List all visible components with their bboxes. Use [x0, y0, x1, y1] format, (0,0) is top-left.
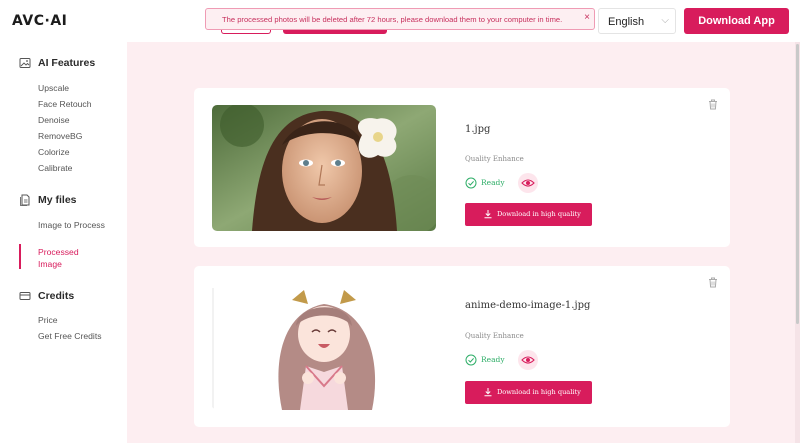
section-title-credits: Credits	[38, 290, 75, 302]
process-type-label: Quality Enhance	[465, 332, 524, 340]
credits-icon	[19, 292, 31, 300]
download-icon	[484, 388, 492, 397]
trash-icon[interactable]	[708, 277, 718, 288]
download-button-label: Download in high quality	[497, 210, 581, 218]
file-name: anime-demo-image-1.jpg	[465, 300, 591, 311]
download-button-label: Download in high quality	[497, 388, 581, 396]
status-ready: Ready	[481, 178, 505, 187]
logo[interactable]: AVC·AI	[12, 13, 67, 29]
toast-close-icon[interactable]: ×	[584, 12, 590, 23]
sidebar-item-denoise[interactable]: Denoise	[38, 114, 70, 126]
sidebar-item-face-retouch[interactable]: Face Retouch	[38, 98, 92, 110]
download-high-quality-button[interactable]: Download in high quality	[465, 381, 592, 404]
files-icon	[20, 194, 30, 206]
chevron-down-icon: ⌵	[661, 15, 669, 26]
status-ready: Ready	[481, 355, 505, 364]
deletion-notice-toast: The processed photos will be deleted aft…	[205, 8, 595, 30]
sidebar-item-colorize[interactable]: Colorize	[38, 146, 70, 158]
download-app-button[interactable]: Download App	[684, 8, 789, 34]
top-header: AVC·AI The processed photos will be dele…	[0, 0, 800, 42]
language-label: English	[608, 16, 645, 28]
language-select[interactable]: English ⌵	[598, 8, 676, 34]
file-card: anime-demo-image-1.jpg Quality Enhance R…	[194, 266, 730, 427]
active-indicator	[19, 244, 21, 269]
sidebar-item-price[interactable]: Price	[38, 314, 58, 326]
section-title-ai-features: AI Features	[38, 57, 96, 69]
trash-icon[interactable]	[708, 99, 718, 110]
toast-message: The processed photos will be deleted aft…	[222, 15, 563, 24]
sidebar-item-get-free-credits[interactable]: Get Free Credits	[38, 330, 102, 342]
check-circle-icon	[465, 177, 477, 189]
file-card: 1.jpg Quality Enhance Ready Download in …	[194, 88, 730, 247]
sidebar-item-calibrate[interactable]: Calibrate	[38, 162, 72, 174]
sidebar-item-upscale[interactable]: Upscale	[38, 82, 69, 94]
eye-icon	[521, 179, 535, 187]
image-icon	[19, 58, 31, 68]
download-high-quality-button[interactable]: Download in high quality	[465, 203, 592, 226]
sidebar-item-processed-image[interactable]: Processed Image	[38, 246, 98, 270]
check-circle-icon	[465, 354, 477, 366]
section-title-my-files: My files	[38, 194, 77, 206]
sidebar-item-image-to-process[interactable]: Image to Process	[38, 219, 118, 231]
photo-thumbnail[interactable]	[212, 105, 436, 231]
eye-icon	[521, 356, 535, 364]
preview-button[interactable]	[518, 350, 538, 370]
file-name: 1.jpg	[465, 124, 491, 135]
download-icon	[484, 210, 492, 219]
sidebar: AI Features Upscale Face Retouch Denoise…	[0, 42, 127, 443]
process-type-label: Quality Enhance	[465, 155, 524, 163]
scrollbar-thumb[interactable]	[796, 44, 799, 324]
sidebar-item-removebg[interactable]: RemoveBG	[38, 130, 82, 142]
anime-thumbnail[interactable]	[212, 282, 436, 410]
preview-button[interactable]	[518, 173, 538, 193]
